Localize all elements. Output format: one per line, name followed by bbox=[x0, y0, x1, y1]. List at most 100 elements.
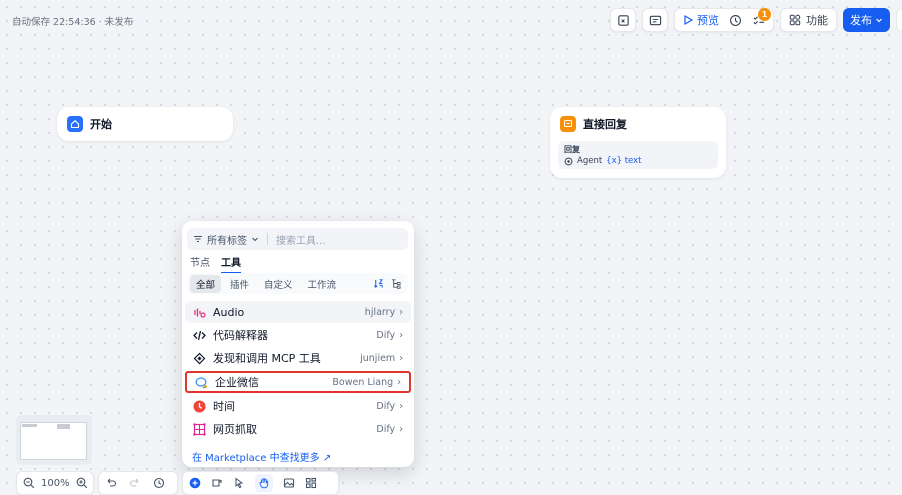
tab-nodes[interactable]: 节点 bbox=[190, 254, 210, 274]
minimap-node bbox=[57, 424, 70, 429]
add-icon bbox=[189, 477, 201, 489]
tool-author: junjiem bbox=[360, 352, 396, 364]
filter-icon bbox=[194, 236, 202, 242]
env-icon bbox=[649, 15, 661, 25]
tool-name: 代码解释器 bbox=[213, 329, 268, 342]
agent-icon bbox=[564, 157, 573, 165]
start-node-title: 开始 bbox=[90, 118, 112, 131]
zoom-out-icon bbox=[23, 477, 35, 489]
features-icon bbox=[789, 14, 801, 26]
tool-name: 网页抓取 bbox=[213, 423, 257, 436]
hand-icon bbox=[259, 478, 269, 489]
tree-view-icon[interactable] bbox=[390, 278, 401, 289]
category-plugins[interactable]: 插件 bbox=[224, 275, 255, 293]
tool-author: Dify bbox=[376, 400, 396, 412]
category-workflow[interactable]: 工作流 bbox=[302, 275, 343, 293]
tab-tools[interactable]: 工具 bbox=[221, 254, 241, 274]
env-button[interactable] bbox=[642, 8, 668, 32]
run-history-button[interactable] bbox=[729, 14, 742, 27]
tool-author: Dify bbox=[376, 329, 396, 341]
tool-item-webscraper[interactable]: 网页抓取 Dify › bbox=[185, 418, 411, 440]
canvas-tools bbox=[182, 471, 339, 495]
zoom-in-button[interactable] bbox=[76, 477, 88, 489]
undo-icon bbox=[107, 478, 117, 487]
category-bar: 全部 插件 自定义 工作流 bbox=[187, 273, 408, 294]
search-input[interactable]: 搜索工具... bbox=[276, 232, 326, 247]
env-variables-button[interactable] bbox=[610, 8, 636, 32]
image-icon bbox=[283, 478, 295, 488]
zoom-control: 100% bbox=[16, 471, 94, 495]
reply-variable: {x} text bbox=[606, 156, 642, 166]
tool-item-wecom[interactable]: 企业微信 Bowen Liang › bbox=[185, 371, 411, 393]
minimap[interactable] bbox=[16, 415, 92, 465]
category-custom[interactable]: 自定义 bbox=[258, 275, 299, 293]
export-image-button[interactable] bbox=[283, 477, 295, 489]
layout-icon bbox=[305, 477, 317, 489]
note-icon bbox=[212, 479, 222, 487]
home-icon bbox=[67, 116, 83, 132]
answer-node-title: 直接回复 bbox=[583, 118, 627, 131]
zoom-out-button[interactable] bbox=[23, 477, 35, 489]
tool-item-time[interactable]: 时间 Dify › bbox=[185, 395, 411, 417]
chevron-right-icon: › bbox=[399, 329, 403, 341]
audio-icon bbox=[193, 306, 206, 319]
chevron-right-icon: › bbox=[397, 376, 401, 388]
divider bbox=[267, 233, 268, 245]
add-node-button[interactable] bbox=[189, 477, 201, 489]
code-icon bbox=[193, 329, 206, 342]
marketplace-link[interactable]: 在 Marketplace 中查找更多 ↗ bbox=[192, 449, 331, 464]
webscraper-icon bbox=[193, 422, 206, 436]
wecom-icon bbox=[195, 376, 208, 389]
chevron-down-icon bbox=[252, 237, 258, 242]
preview-label: 预览 bbox=[697, 14, 719, 27]
sort-icon[interactable] bbox=[373, 278, 384, 289]
tool-name: 时间 bbox=[213, 400, 235, 413]
tool-name: Audio bbox=[213, 305, 245, 319]
start-node[interactable]: 开始 bbox=[57, 107, 233, 141]
mcp-icon bbox=[193, 352, 206, 365]
tool-name: 发现和调用 MCP 工具 bbox=[213, 352, 321, 365]
zoom-level[interactable]: 100% bbox=[41, 478, 70, 489]
organize-blocks-button[interactable] bbox=[305, 477, 317, 489]
undo-button[interactable] bbox=[105, 477, 117, 489]
pointer-icon bbox=[235, 477, 244, 489]
features-label: 功能 bbox=[806, 14, 828, 27]
zoom-in-icon bbox=[76, 477, 87, 489]
top-toolbar: 预览 1 功能 发布 bbox=[610, 7, 902, 32]
category-all[interactable]: 全部 bbox=[190, 274, 222, 293]
publish-button[interactable]: 发布 bbox=[843, 8, 890, 32]
tool-author: Bowen Liang bbox=[332, 376, 394, 388]
tag-filter-dropdown[interactable]: 所有标签 bbox=[207, 232, 247, 247]
reply-agent: Agent bbox=[577, 156, 603, 166]
chevron-down-icon bbox=[876, 18, 882, 23]
chevron-right-icon: › bbox=[399, 423, 403, 435]
features-button[interactable]: 功能 bbox=[780, 8, 837, 32]
redo-button[interactable] bbox=[129, 477, 141, 489]
add-note-button[interactable] bbox=[211, 477, 223, 489]
block-selector-panel: 所有标签 搜索工具... 节点 工具 全部 插件 自定义 工作流 Audio h… bbox=[182, 221, 414, 467]
clipboard-x-icon bbox=[617, 14, 629, 26]
hand-mode-button[interactable] bbox=[255, 474, 273, 492]
tool-name: 企业微信 bbox=[215, 376, 259, 389]
panel-tabs: 节点 工具 bbox=[190, 254, 241, 274]
tool-item-code-interpreter[interactable]: 代码解释器 Dify › bbox=[185, 324, 411, 346]
minimap-node bbox=[22, 424, 37, 427]
chevron-right-icon: › bbox=[399, 400, 403, 412]
checklist-button[interactable]: 1 bbox=[752, 7, 771, 27]
tool-item-mcp[interactable]: 发现和调用 MCP 工具 junjiem › bbox=[185, 347, 411, 369]
reply-label: 回复 bbox=[564, 145, 580, 154]
run-group: 预览 1 bbox=[674, 7, 774, 32]
history-icon bbox=[153, 477, 165, 489]
answer-node[interactable]: 直接回复 回复 Agent {x} text bbox=[550, 107, 726, 178]
version-history-button[interactable] bbox=[153, 477, 165, 489]
chevron-right-icon: › bbox=[399, 306, 403, 318]
chevron-right-icon: › bbox=[399, 352, 403, 364]
more-button[interactable] bbox=[896, 8, 902, 32]
tool-item-audio[interactable]: Audio hjlarry › bbox=[185, 301, 411, 323]
history-icon bbox=[730, 14, 741, 26]
tool-author: hjlarry bbox=[364, 306, 396, 318]
preview-button[interactable]: 预览 bbox=[683, 12, 719, 28]
checklist-badge: 1 bbox=[758, 7, 771, 21]
play-icon bbox=[684, 15, 693, 25]
pointer-mode-button[interactable] bbox=[233, 477, 245, 489]
